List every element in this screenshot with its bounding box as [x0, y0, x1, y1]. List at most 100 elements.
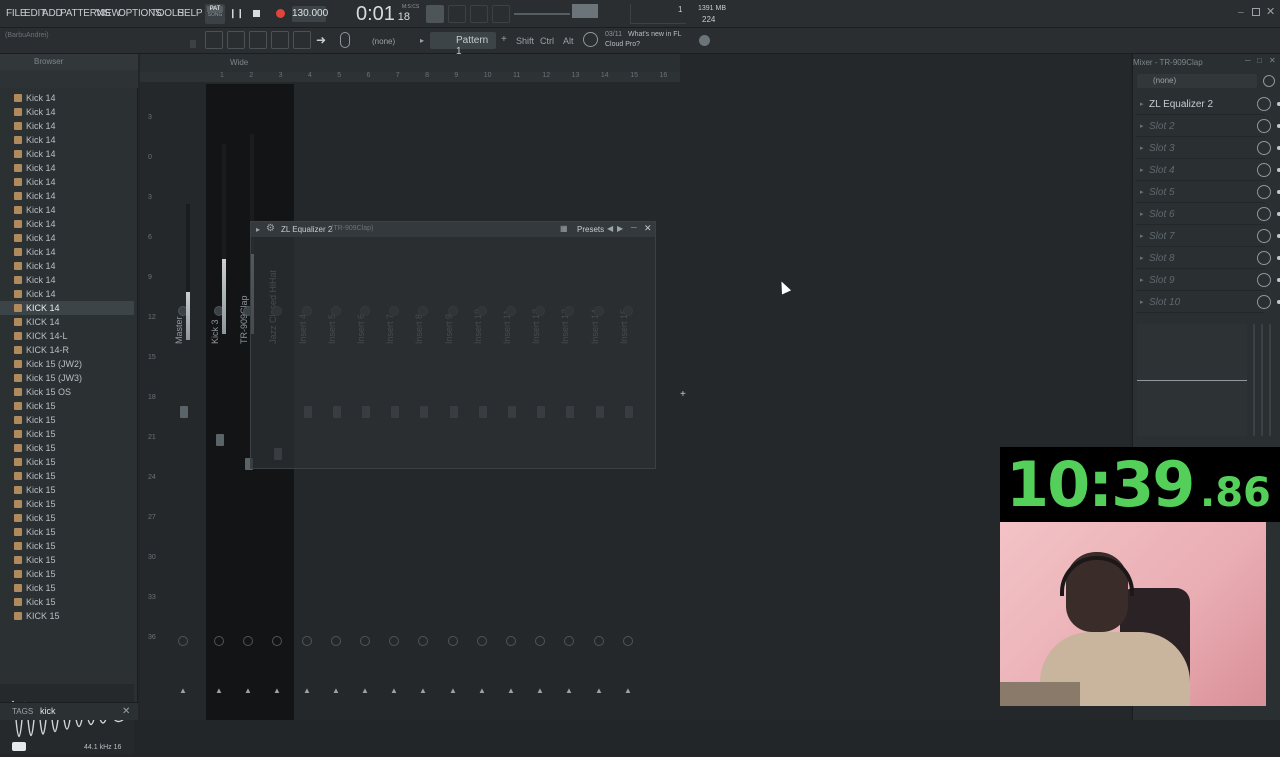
pattern-selector[interactable]: Pattern 1: [430, 32, 496, 57]
browser-item[interactable]: Kick 15: [0, 511, 134, 525]
rack-preset-select[interactable]: (none): [1137, 74, 1257, 88]
slot-mix-knob[interactable]: [1257, 185, 1271, 199]
browser-item[interactable]: KICK 15: [0, 609, 134, 623]
browser-item[interactable]: Kick 14: [0, 105, 134, 119]
browser-item[interactable]: Kick 15: [0, 497, 134, 511]
mixer-strip[interactable]: Master ▲: [170, 84, 198, 720]
browser-item[interactable]: KICK 14: [0, 301, 134, 315]
effect-slot[interactable]: ▸ Slot 2: [1135, 116, 1280, 137]
route-knob[interactable]: [418, 636, 428, 646]
alt-key-button[interactable]: Alt: [563, 36, 574, 46]
slot-mix-knob[interactable]: [1257, 229, 1271, 243]
slot-mix-knob[interactable]: [1257, 251, 1271, 265]
browser-item[interactable]: Kick 14: [0, 273, 134, 287]
browser-search-input[interactable]: kick: [40, 706, 56, 716]
slot-mix-knob[interactable]: [1257, 207, 1271, 221]
route-arrow-icon[interactable]: ▲: [624, 686, 632, 695]
waveform-icon[interactable]: [492, 5, 510, 23]
slot-menu-icon[interactable]: ▸: [1140, 188, 1144, 196]
plugin-titlebar[interactable]: ▸ ⚙ ZL Equalizer 2 (TR-909Clap) ▦ Preset…: [251, 222, 655, 237]
route-knob[interactable]: [506, 636, 516, 646]
route-arrow-icon[interactable]: ▲: [507, 686, 515, 695]
slot-mix-knob[interactable]: [1257, 273, 1271, 287]
route-knob[interactable]: [535, 636, 545, 646]
record-button[interactable]: [276, 9, 285, 18]
browser-item[interactable]: KICK 14: [0, 315, 134, 329]
route-knob[interactable]: [623, 636, 633, 646]
browser-item[interactable]: Kick 14: [0, 175, 134, 189]
tempo-display[interactable]: 130.000: [292, 6, 328, 22]
browser-item[interactable]: Kick 14: [0, 245, 134, 259]
slot-menu-icon[interactable]: ▸: [1140, 232, 1144, 240]
effect-slot[interactable]: ▸ Slot 8: [1135, 248, 1280, 269]
plugin-picker-icon[interactable]: [293, 31, 311, 49]
pattern-play-icon[interactable]: ▸: [420, 36, 424, 45]
preview-play-icon[interactable]: [12, 742, 26, 751]
browser-item[interactable]: Kick 15: [0, 539, 134, 553]
master-pitch-slider[interactable]: [514, 13, 570, 15]
effect-slot[interactable]: ▸ Slot 4: [1135, 160, 1280, 181]
eq-fader-1[interactable]: [1253, 324, 1255, 436]
slot-mix-knob[interactable]: [1257, 295, 1271, 309]
route-arrow-icon[interactable]: ▲: [303, 686, 311, 695]
news-text-line1[interactable]: What's new in FL: [628, 31, 681, 38]
effect-slot[interactable]: ▸ Slot 3: [1135, 138, 1280, 159]
mixer-icon[interactable]: [271, 31, 289, 49]
news-icon[interactable]: [583, 32, 598, 47]
browser-item[interactable]: Kick 15: [0, 427, 134, 441]
browser-item[interactable]: Kick 14: [0, 119, 134, 133]
browser-item[interactable]: Kick 15: [0, 413, 134, 427]
playlist-icon[interactable]: [205, 31, 223, 49]
piano-roll-icon[interactable]: [227, 31, 245, 49]
route-knob[interactable]: [360, 636, 370, 646]
browser-item[interactable]: Kick 15 OS: [0, 385, 134, 399]
browser-item[interactable]: Kick 14: [0, 231, 134, 245]
snap-icon[interactable]: [190, 40, 196, 48]
volume-fader[interactable]: [180, 406, 188, 418]
preset-grid-icon[interactable]: ▦: [560, 224, 568, 233]
metronome-icon[interactable]: [426, 5, 444, 23]
route-arrow-icon[interactable]: ▲: [179, 686, 187, 695]
plugin-menu-icon[interactable]: ▸: [256, 225, 260, 234]
route-arrow-icon[interactable]: ▲: [215, 686, 223, 695]
restore-icon[interactable]: □: [1257, 56, 1262, 65]
browser-item[interactable]: Kick 14: [0, 287, 134, 301]
browser-item[interactable]: KICK 14-R: [0, 343, 134, 357]
next-preset-icon[interactable]: ▶: [617, 224, 623, 233]
browser-item[interactable]: Kick 15: [0, 595, 134, 609]
browser-item[interactable]: Kick 14: [0, 133, 134, 147]
route-arrow-icon[interactable]: ▲: [390, 686, 398, 695]
slot-menu-icon[interactable]: ▸: [1140, 166, 1144, 174]
mixer-strip[interactable]: Kick 3 ▲: [206, 84, 234, 720]
slot-menu-icon[interactable]: ▸: [1140, 210, 1144, 218]
browser-item[interactable]: Kick 15: [0, 469, 134, 483]
route-knob[interactable]: [477, 636, 487, 646]
close-icon[interactable]: ✕: [1269, 56, 1276, 65]
route-knob[interactable]: [564, 636, 574, 646]
browser-item[interactable]: Kick 15: [0, 483, 134, 497]
zl-equalizer-plugin-window[interactable]: ▸ ⚙ ZL Equalizer 2 (TR-909Clap) ▦ Preset…: [250, 221, 656, 469]
restore-icon[interactable]: [1252, 8, 1260, 16]
browser-item[interactable]: Kick 15: [0, 525, 134, 539]
browser-item[interactable]: Kick 15 (JW3): [0, 371, 134, 385]
mixer-view-label[interactable]: Wide: [230, 58, 248, 67]
shift-key-button[interactable]: Shift: [516, 36, 534, 46]
browser-item[interactable]: Kick 15 (JW2): [0, 357, 134, 371]
pat-song-toggle[interactable]: PAT SONG: [205, 4, 225, 24]
route-knob[interactable]: [243, 636, 253, 646]
loop-record-icon[interactable]: [470, 5, 488, 23]
route-arrow-icon[interactable]: ▲: [419, 686, 427, 695]
effect-slot[interactable]: ▸ Slot 9: [1135, 270, 1280, 291]
route-knob[interactable]: [389, 636, 399, 646]
browser-item[interactable]: Kick 14: [0, 259, 134, 273]
browser-item[interactable]: Kick 15: [0, 441, 134, 455]
route-knob[interactable]: [214, 636, 224, 646]
online-icon[interactable]: [699, 35, 710, 46]
slot-mix-knob[interactable]: [1257, 163, 1271, 177]
slot-menu-icon[interactable]: ▸: [1140, 144, 1144, 152]
minimize-icon[interactable]: ─: [1245, 56, 1251, 65]
effect-slot[interactable]: ▸ Slot 10: [1135, 292, 1280, 313]
channel-rack-icon[interactable]: [249, 31, 267, 49]
route-arrow-icon[interactable]: ▲: [449, 686, 457, 695]
minimize-icon[interactable]: ─: [631, 223, 637, 232]
